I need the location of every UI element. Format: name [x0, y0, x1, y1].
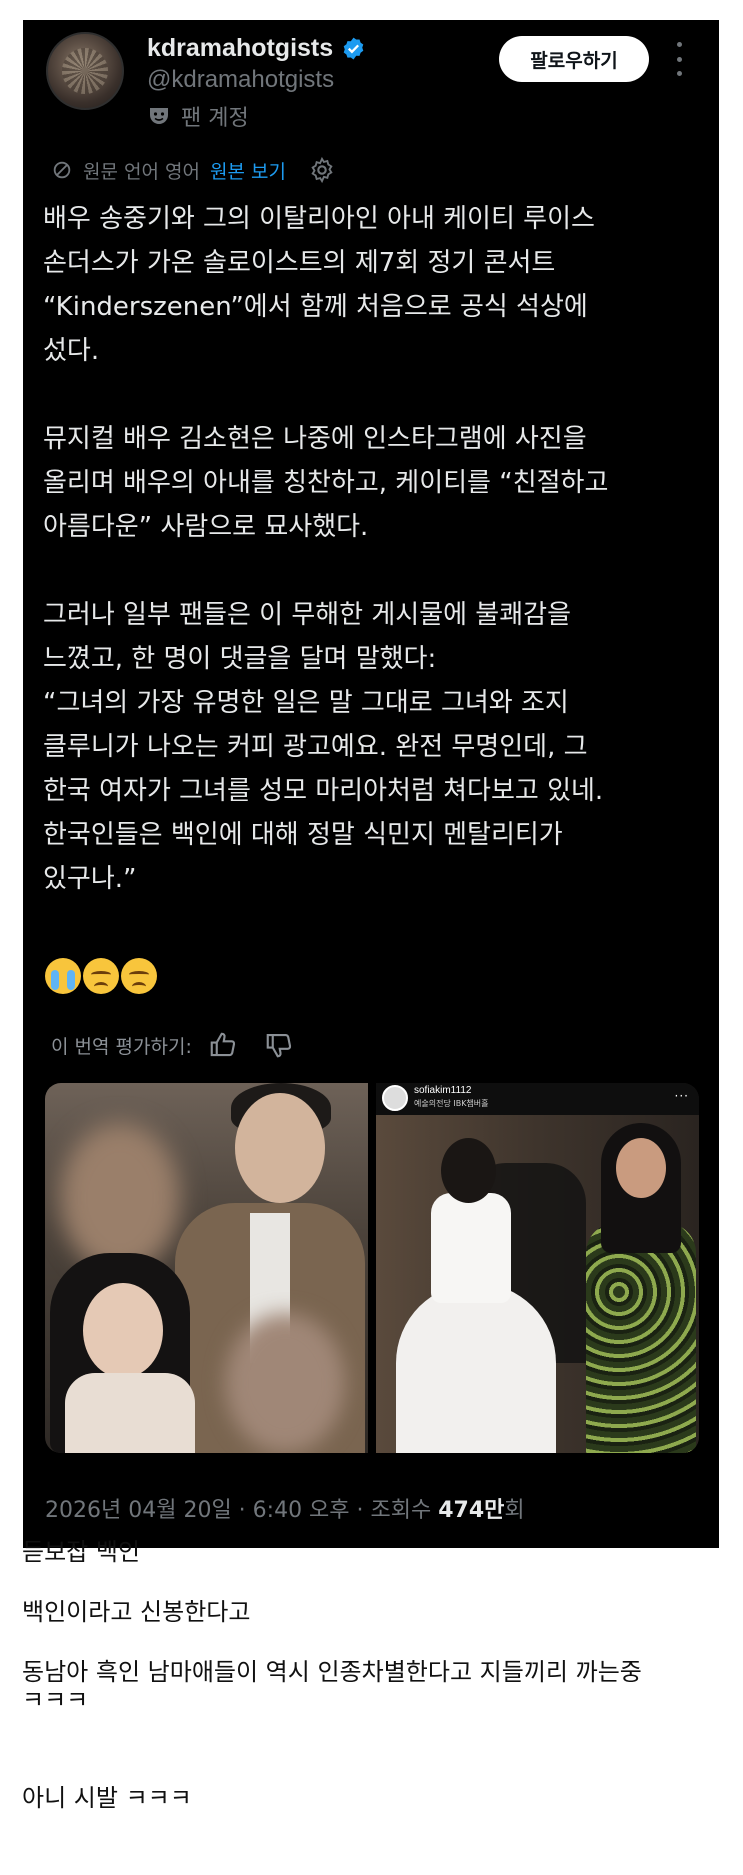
unamused-face-icon: [121, 958, 157, 994]
show-original-link[interactable]: 원본 보기: [210, 157, 286, 184]
comment-text: 백인이라고 신봉한다고: [22, 1598, 251, 1626]
instagram-username: sofiakim1112: [414, 1085, 472, 1096]
unamused-face-icon: [83, 958, 119, 994]
tweet-text: 배우 송중기와 그의 이탈리아인 아내 케이티 루이스 손더스가 가온 솔로이스…: [43, 197, 703, 901]
instagram-location: 예술의전당 IBK챔버홀: [414, 1099, 489, 1108]
verified-badge-icon: [343, 37, 364, 60]
tweet-line: 아름다운” 사람으로 묘사했다.: [43, 512, 369, 542]
timestamp[interactable]: 2026년 04월 20일 · 6:40 오후 · 조회수: [45, 1498, 431, 1523]
author-name-row: kdramahotgists: [147, 34, 366, 63]
fan-account-label: 팬 계정: [147, 100, 249, 132]
tweet-line: 클루니가 나오는 커피 광고예요. 완전 무명인데, 그: [43, 732, 588, 762]
comment-section: 듣보잡 백인 백인이라고 신봉한다고 동남아 흑인 남마애들이 역시 인종차별한…: [22, 1535, 722, 1815]
tweet-line: 손더스가 가온 솔로이스트의 제7회 정기 콘서트: [43, 248, 556, 278]
translation-note: 원문 언어 영어: [83, 160, 200, 183]
tweet-line: 있구나.”: [43, 864, 137, 894]
instagram-avatar: [382, 1085, 408, 1111]
tweet-line: 뮤지컬 배우 김소현은 나중에 인스타그램에 사진을: [43, 424, 587, 454]
translate-icon: [53, 161, 71, 179]
comment-text: 동남아 흑인 남마애들이 역시 인종차별한다고 지들끼리 까는중: [22, 1658, 642, 1686]
comment-text: 듣보잡 백인: [22, 1538, 141, 1566]
follow-button[interactable]: 팔로우하기: [499, 36, 649, 82]
tweet-line: 느꼈고, 한 명이 댓글을 달며 말했다:: [43, 644, 437, 674]
photo-couple[interactable]: [45, 1083, 368, 1453]
tweet-line: 한국인들은 백인에 대해 정말 식민지 멘탈리티가: [43, 820, 563, 850]
views-count: 474만: [438, 1498, 505, 1523]
instagram-header: sofiakim1112 예술의전당 IBK챔버홀 ···: [376, 1083, 699, 1115]
display-name[interactable]: kdramahotgists: [147, 34, 333, 63]
theater-mask-icon: [150, 108, 168, 124]
gear-icon[interactable]: [308, 156, 336, 184]
emoji-row: [45, 958, 157, 994]
avatar[interactable]: [46, 32, 124, 110]
thumbs-down-icon[interactable]: [264, 1030, 294, 1060]
instagram-more-icon: ···: [674, 1089, 689, 1103]
translation-bar: 원문 언어 영어 원본 보기: [51, 156, 336, 184]
handle[interactable]: @kdramahotgists: [147, 66, 334, 94]
rate-translation-row: 이 번역 평가하기:: [51, 1030, 294, 1060]
tweet-line: “그녀의 가장 유명한 일은 말 그대로 그녀와 조지: [43, 688, 569, 718]
tweet-line: 배우 송중기와 그의 이탈리아인 아내 케이티 루이스: [43, 204, 595, 234]
comment-text: ㅋㅋㅋ: [22, 1686, 89, 1714]
views-suffix: 회: [504, 1498, 525, 1523]
tweet-media[interactable]: sofiakim1112 예술의전당 IBK챔버홀 ···: [45, 1083, 699, 1453]
tweet-line: “Kinderszenen”에서 함께 처음으로 공식 석상에: [43, 292, 588, 322]
tweet-line: 올리며 배우의 아내를 칭찬하고, 케이티를 “친절하고: [43, 468, 609, 498]
tweet-meta: 2026년 04월 20일 · 6:40 오후 · 조회수 474만회: [45, 1492, 525, 1524]
comment-text: 아니 시발 ㅋㅋㅋ: [22, 1784, 192, 1812]
more-options-icon[interactable]: [669, 42, 689, 76]
tweet-card: kdramahotgists @kdramahotgists 팬 계정 팔로우하…: [23, 20, 719, 1548]
loudly-crying-face-icon: [45, 958, 81, 994]
fan-label-text: 팬 계정: [181, 106, 249, 131]
photo-instagram-post[interactable]: sofiakim1112 예술의전당 IBK챔버홀 ···: [376, 1083, 699, 1453]
rate-translation-label: 이 번역 평가하기:: [51, 1035, 192, 1058]
avatar-image: [62, 48, 108, 94]
thumbs-up-icon[interactable]: [208, 1030, 238, 1060]
tweet-line: 한국 여자가 그녀를 성모 마리아처럼 쳐다보고 있네.: [43, 776, 604, 806]
tweet-line: 섰다.: [43, 336, 100, 366]
tweet-line: 그러나 일부 팬들은 이 무해한 게시물에 불쾌감을: [43, 600, 571, 630]
